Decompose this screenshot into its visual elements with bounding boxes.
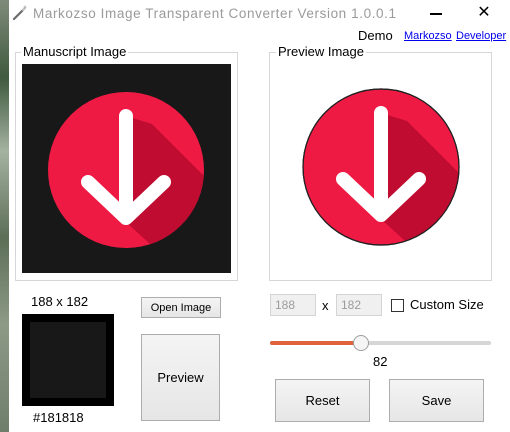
developer-link[interactable]: Developer — [456, 30, 506, 42]
save-button[interactable]: Save — [389, 379, 484, 422]
download-arrow-icon — [48, 92, 204, 248]
custom-size-checkbox[interactable] — [391, 299, 404, 312]
color-hex-label: #181818 — [33, 410, 84, 425]
height-input[interactable] — [336, 294, 382, 316]
reset-button[interactable]: Reset — [275, 379, 370, 422]
threshold-slider-thumb[interactable] — [352, 335, 369, 351]
open-image-button[interactable]: Open Image — [141, 297, 221, 318]
magic-wand-icon — [11, 4, 29, 22]
manuscript-image-title: Manuscript Image — [21, 44, 129, 59]
color-swatch-fill — [30, 322, 106, 398]
preview-image-title: Preview Image — [276, 44, 366, 59]
background-color-swatch[interactable] — [22, 314, 114, 406]
threshold-value-label: 82 — [373, 354, 388, 369]
custom-size-label: Custom Size — [410, 297, 484, 312]
window-title: Markozso Image Transparent Converter Ver… — [33, 6, 397, 21]
preview-image — [300, 85, 462, 250]
width-input[interactable] — [270, 294, 316, 316]
preview-button[interactable]: Preview — [141, 334, 220, 421]
image-size-label: 188 x 182 — [31, 294, 89, 309]
desktop-background-strip — [0, 0, 9, 432]
manuscript-image — [22, 64, 231, 273]
close-button[interactable]: ✕ — [474, 2, 494, 22]
minimize-button[interactable] — [430, 13, 442, 15]
markozso-link[interactable]: Markozso — [404, 30, 452, 42]
times-label: x — [322, 298, 329, 313]
download-arrow-icon — [302, 88, 460, 246]
demo-label: Demo — [358, 28, 393, 43]
threshold-slider-fill — [270, 341, 361, 345]
